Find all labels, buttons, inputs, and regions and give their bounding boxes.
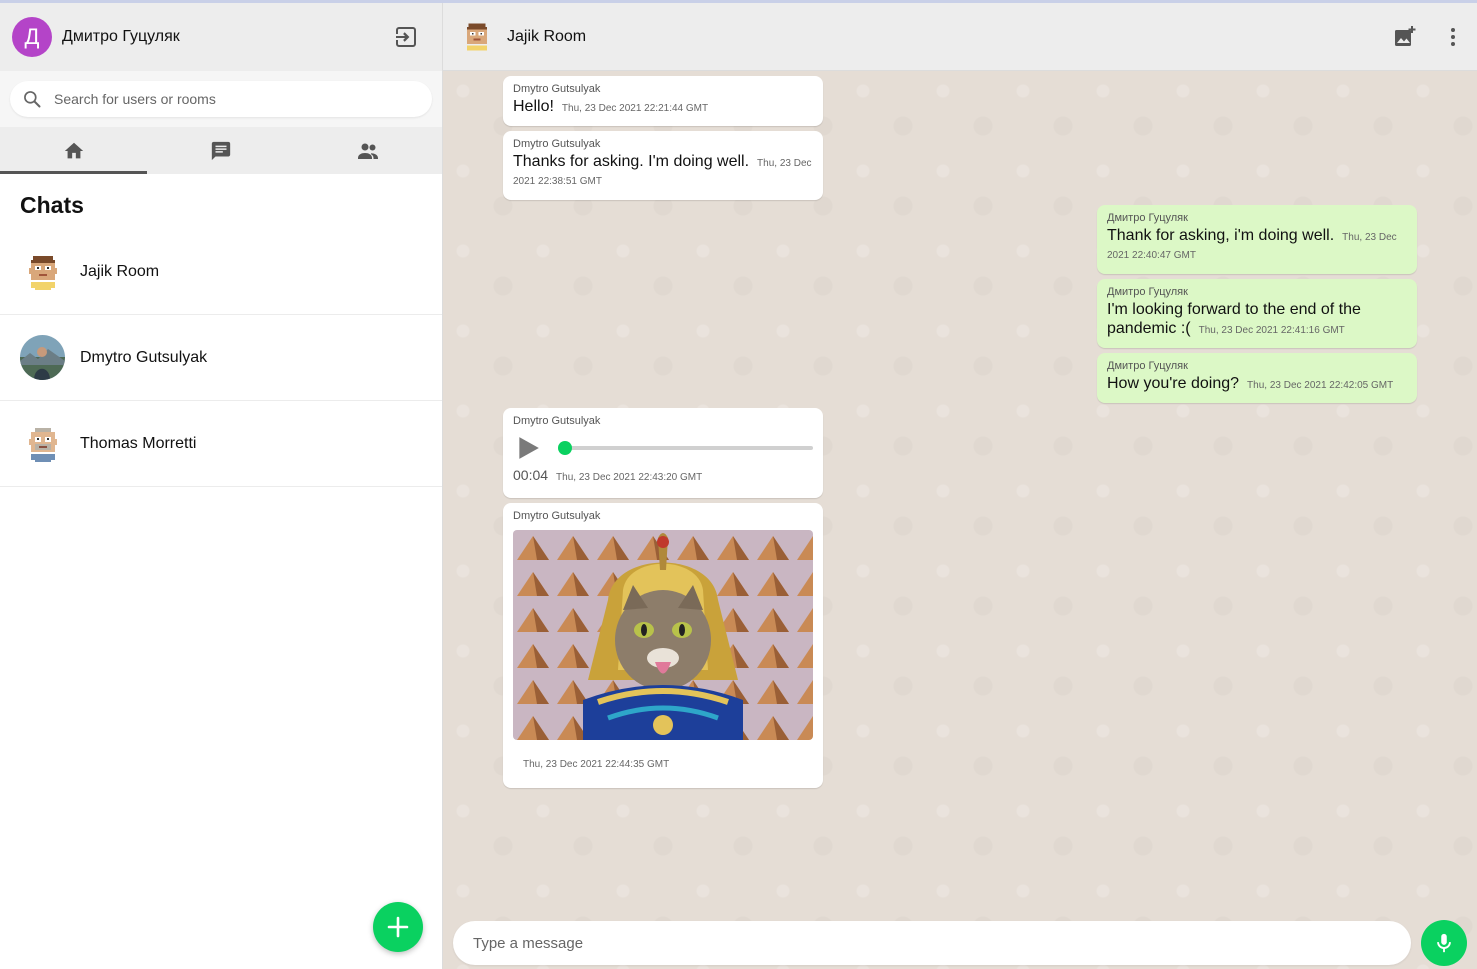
message-sender: Dmytro Gutsulyak [513, 83, 601, 95]
message-body: Hello! [513, 98, 554, 115]
chat-name: Dmytro Gutsulyak [80, 348, 208, 366]
add-photo-icon[interactable] [1393, 25, 1417, 49]
message-body: pandemic :( [1107, 320, 1191, 337]
search-input[interactable] [54, 91, 420, 107]
message-text: Hello! Thu, 23 Dec 2021 22:21:44 GMT [513, 97, 813, 118]
chat-header: Jajik Room [443, 3, 1477, 71]
audio-player [513, 431, 813, 465]
plus-icon [387, 916, 409, 938]
message-sender: Dmytro Gutsulyak [513, 138, 601, 150]
message-timestamp-cont: 2021 22:38:51 GMT [513, 176, 602, 187]
chat-list-item[interactable]: Thomas Morretti [0, 401, 442, 487]
message-timestamp-cont: 2021 22:40:47 GMT [1107, 250, 1196, 261]
pixel-avatar [20, 249, 65, 294]
mic-icon [1437, 933, 1451, 953]
message-timestamp: Thu, 23 Dec 2021 22:43:20 GMT [556, 472, 703, 483]
chat-list-item[interactable]: Dmytro Gutsulyak [0, 315, 442, 401]
play-icon[interactable] [515, 435, 541, 461]
message-timestamp: Thu, 23 Dec 2021 22:41:16 GMT [1198, 325, 1345, 336]
home-icon [64, 142, 83, 158]
message-sender: Dmytro Gutsulyak [513, 510, 601, 522]
message-text: Thanks for asking. I'm doing well. Thu, 2… [513, 152, 813, 173]
audio-message-bubble: Dmytro Gutsulyak 00:04 Thu, 23 Dec 2021 2… [503, 408, 823, 498]
chat-name: Thomas Morretti [80, 434, 197, 452]
audio-progress-track[interactable] [558, 441, 813, 455]
search-box[interactable] [10, 81, 432, 117]
pixel-avatar [20, 421, 65, 466]
message-bubble-incoming: Dmytro Gutsulyak Hello! Thu, 23 Dec 2021 … [503, 76, 823, 126]
message-timestamp: Thu, 23 Dec [1342, 232, 1397, 243]
new-chat-button[interactable] [373, 902, 423, 952]
message-input[interactable] [473, 934, 1391, 952]
message-text: I'm looking forward to the end of the [1107, 301, 1361, 318]
sidebar: Д Дмитро Гуцуляк Search for users or roo… [0, 3, 443, 969]
tab-chats[interactable] [147, 127, 294, 174]
chats-heading: Chats [20, 192, 84, 218]
message-sender: Дмитро Гуцуляк [1107, 360, 1188, 372]
message-sender: Dmytro Gutsulyak [513, 415, 601, 427]
people-icon [358, 143, 379, 159]
voice-record-button[interactable] [1421, 920, 1467, 966]
message-timestamp: Thu, 23 Dec 2021 22:21:44 GMT [561, 103, 709, 114]
message-composer[interactable] [453, 921, 1411, 965]
message-bubble-outgoing: Дмитро Гуцуляк Thank for asking, i'm doi… [1097, 205, 1417, 274]
message-body: Thanks for asking. I'm doing well. [513, 153, 750, 170]
message-text: How you're doing? Thu, 23 Dec 2021 22:42:… [1107, 374, 1407, 395]
search-bar [0, 71, 442, 127]
message-sender: Дмитро Гуцуляк [1107, 286, 1188, 298]
message-timestamp: Thu, 23 Dec 2021 22:44:35 GMT [523, 759, 670, 770]
message-bubble-outgoing: Дмитро Гуцуляк How you're doing? Thu, 23 … [1097, 353, 1417, 403]
room-title: Jajik Room [507, 27, 587, 45]
message-timestamp: Thu, 23 Dec 2021 22:42:05 GMT [1247, 380, 1394, 391]
chat-icon [211, 141, 231, 160]
tab-users[interactable] [295, 127, 442, 174]
message-body: Thank for asking, i'm doing well. [1107, 227, 1335, 244]
chat-list-item[interactable]: Jajik Room [0, 229, 442, 315]
chat-panel: Jajik Room Dmytro Gutsulyak Hello! Thu, 2… [443, 3, 1477, 969]
image-message-bubble: Dmytro Gutsulyak Thu, 23 Dec 2021 22:44:… [503, 503, 823, 788]
search-icon [24, 91, 41, 108]
room-avatar[interactable] [459, 17, 495, 57]
logout-icon[interactable] [394, 25, 418, 49]
audio-duration: 00:04 [513, 467, 549, 483]
message-bubble-outgoing: Дмитро Гуцуляк I'm looking forward to th… [1097, 279, 1417, 348]
message-body: How you're doing? [1107, 375, 1240, 392]
user-name: Дмитро Гуцуляк [62, 28, 180, 45]
tab-home[interactable] [0, 127, 148, 174]
message-timestamp: Thu, 23 Dec [757, 158, 812, 169]
sidebar-tabs [0, 127, 442, 174]
message-text: Thank for asking, i'm doing well. Thu, 23… [1107, 226, 1407, 247]
audio-progress-knob[interactable] [558, 441, 572, 455]
message-sender: Дмитро Гуцуляк [1107, 212, 1188, 224]
more-vert-icon[interactable] [1441, 25, 1465, 49]
photo-avatar [20, 335, 65, 380]
cat-pharaoh-image[interactable] [513, 530, 813, 740]
sidebar-header: Д Дмитро Гуцуляк [0, 3, 442, 71]
user-avatar[interactable]: Д [12, 17, 52, 57]
message-text: pandemic :( Thu, 23 Dec 2021 22:41:16 GMT [1107, 319, 1407, 340]
chat-name: Jajik Room [80, 262, 160, 280]
message-bubble-incoming: Dmytro Gutsulyak Thanks for asking. I'm … [503, 131, 823, 200]
